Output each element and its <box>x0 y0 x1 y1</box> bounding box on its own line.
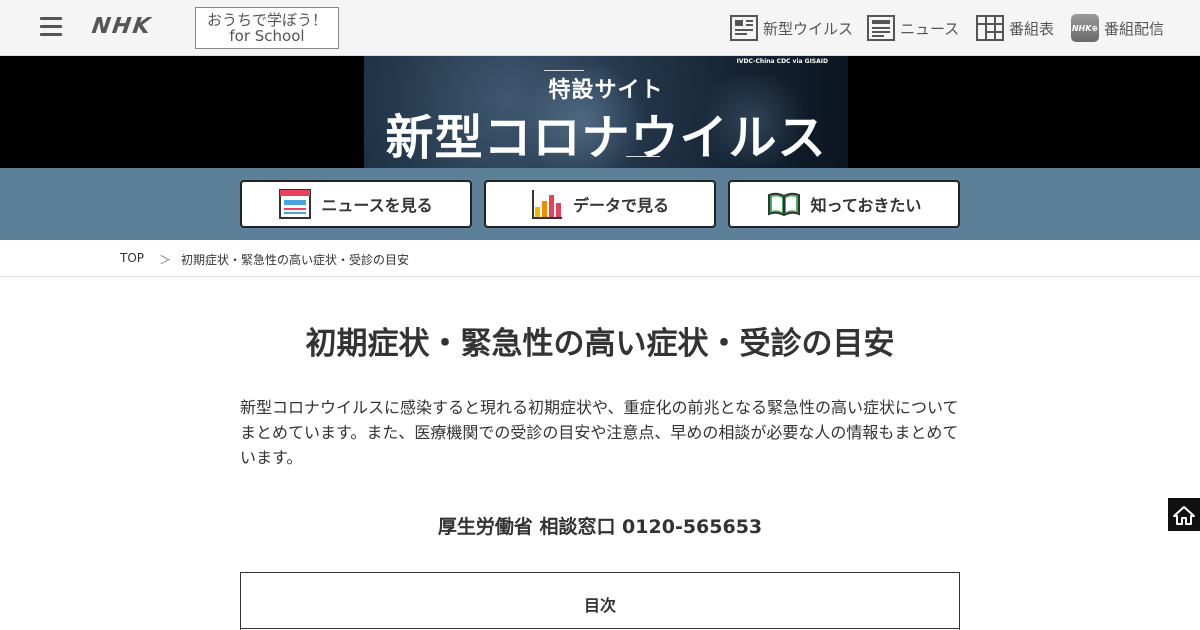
view-data-label: データで見る <box>572 196 669 215</box>
need-to-know-button[interactable]: 知っておきたい <box>728 180 960 228</box>
program-guide-icon <box>976 15 1004 41</box>
ouchi-school-button[interactable]: おうちで学ぼう！ for School <box>195 7 339 49</box>
nav-streaming[interactable]: NHK⊕ 番組配信 <box>1071 14 1164 42</box>
home-button[interactable] <box>1168 498 1200 531</box>
view-data-button[interactable]: データで見る <box>484 180 716 228</box>
nav-coronavirus[interactable]: 新型ウイルス <box>730 14 853 42</box>
view-news-button[interactable]: ニュースを見る <box>240 180 472 228</box>
news-window-icon <box>279 189 312 219</box>
news-icon <box>867 15 895 41</box>
bar-chart-icon <box>531 190 562 219</box>
table-of-contents: 目次 <box>240 572 960 630</box>
banner-title: 新型コロナウイルス <box>385 110 827 166</box>
view-news-label: ニュースを見る <box>321 196 433 215</box>
school-line2: for School <box>229 27 305 45</box>
breadcrumb-current: 初期症状・緊急性の高い症状・受診の目安 <box>181 253 410 267</box>
banner-credit: IVDC-China CDC via GISAID <box>736 58 828 65</box>
intro-paragraph: 新型コロナウイルスに感染すると現れる初期症状や、重症化の前兆となる緊急性の高い症… <box>240 398 959 467</box>
toc-divider <box>241 628 959 629</box>
hamburger-menu-icon[interactable] <box>40 17 62 37</box>
nav-news[interactable]: ニュース <box>867 14 959 42</box>
nav-program-guide-label: 番組表 <box>1009 19 1055 38</box>
site-header: NHK おうちで学ぼう！ for School 新型ウイルス ニュース 番組表 … <box>0 0 1200 56</box>
need-to-know-label: 知っておきたい <box>810 196 922 215</box>
section-nav: ニュースを見る データで見る 知っておきたい <box>0 168 1200 240</box>
open-book-icon <box>767 192 800 217</box>
toc-title: 目次 <box>583 596 616 615</box>
hero-banner: IVDC-China CDC via GISAID 特設サイト 新型コロナウイル… <box>0 56 1200 168</box>
nhk-logo[interactable]: NHK <box>90 14 153 39</box>
nav-news-label: ニュース <box>900 19 960 38</box>
page-title: 初期症状・緊急性の高い症状・受診の目安 <box>305 326 895 362</box>
virus-site-icon <box>730 15 758 41</box>
home-icon <box>1173 505 1195 525</box>
banner-image[interactable]: IVDC-China CDC via GISAID 特設サイト 新型コロナウイル… <box>364 56 848 168</box>
breadcrumb-top-link[interactable]: TOP <box>120 251 144 265</box>
consultation-hotline: 厚生労働省 相談窓口 0120-565653 <box>437 516 763 538</box>
nav-coronavirus-label: 新型ウイルス <box>763 19 854 38</box>
breadcrumb-separator: ＞ <box>159 253 172 267</box>
nav-streaming-label: 番組配信 <box>1104 19 1165 38</box>
nav-program-guide[interactable]: 番組表 <box>976 14 1054 42</box>
nhk-plus-icon: NHK⊕ <box>1071 14 1099 42</box>
banner-decoration-line <box>544 70 584 71</box>
breadcrumb: TOP ＞ 初期症状・緊急性の高い症状・受診の目安 <box>0 240 1200 277</box>
school-line1: おうちで学ぼう！ <box>206 11 327 29</box>
